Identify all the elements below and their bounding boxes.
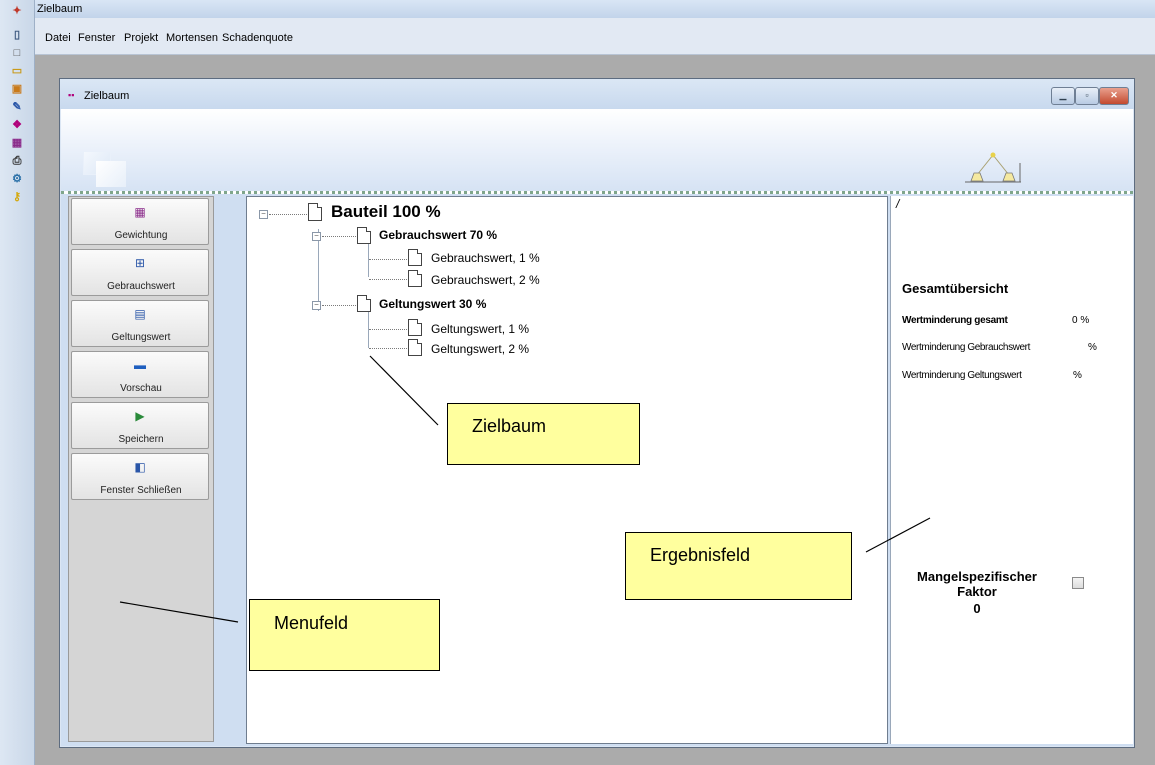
- annotation-line: [369, 355, 439, 426]
- annotation-menufeld-label: Menufeld: [274, 613, 349, 633]
- annotation-menufeld: Menufeld: [249, 599, 440, 671]
- annotation-line: [865, 517, 931, 553]
- annotation-line: [119, 601, 239, 623]
- annotation-ergebnisfeld: Ergebnisfeld: [625, 532, 852, 600]
- annotation-zielbaum: Zielbaum: [447, 403, 640, 465]
- annotation-ergebnisfeld-label: Ergebnisfeld: [650, 545, 751, 565]
- annotation-lines: [119, 355, 931, 623]
- annotation-zielbaum-label: Zielbaum: [472, 416, 547, 436]
